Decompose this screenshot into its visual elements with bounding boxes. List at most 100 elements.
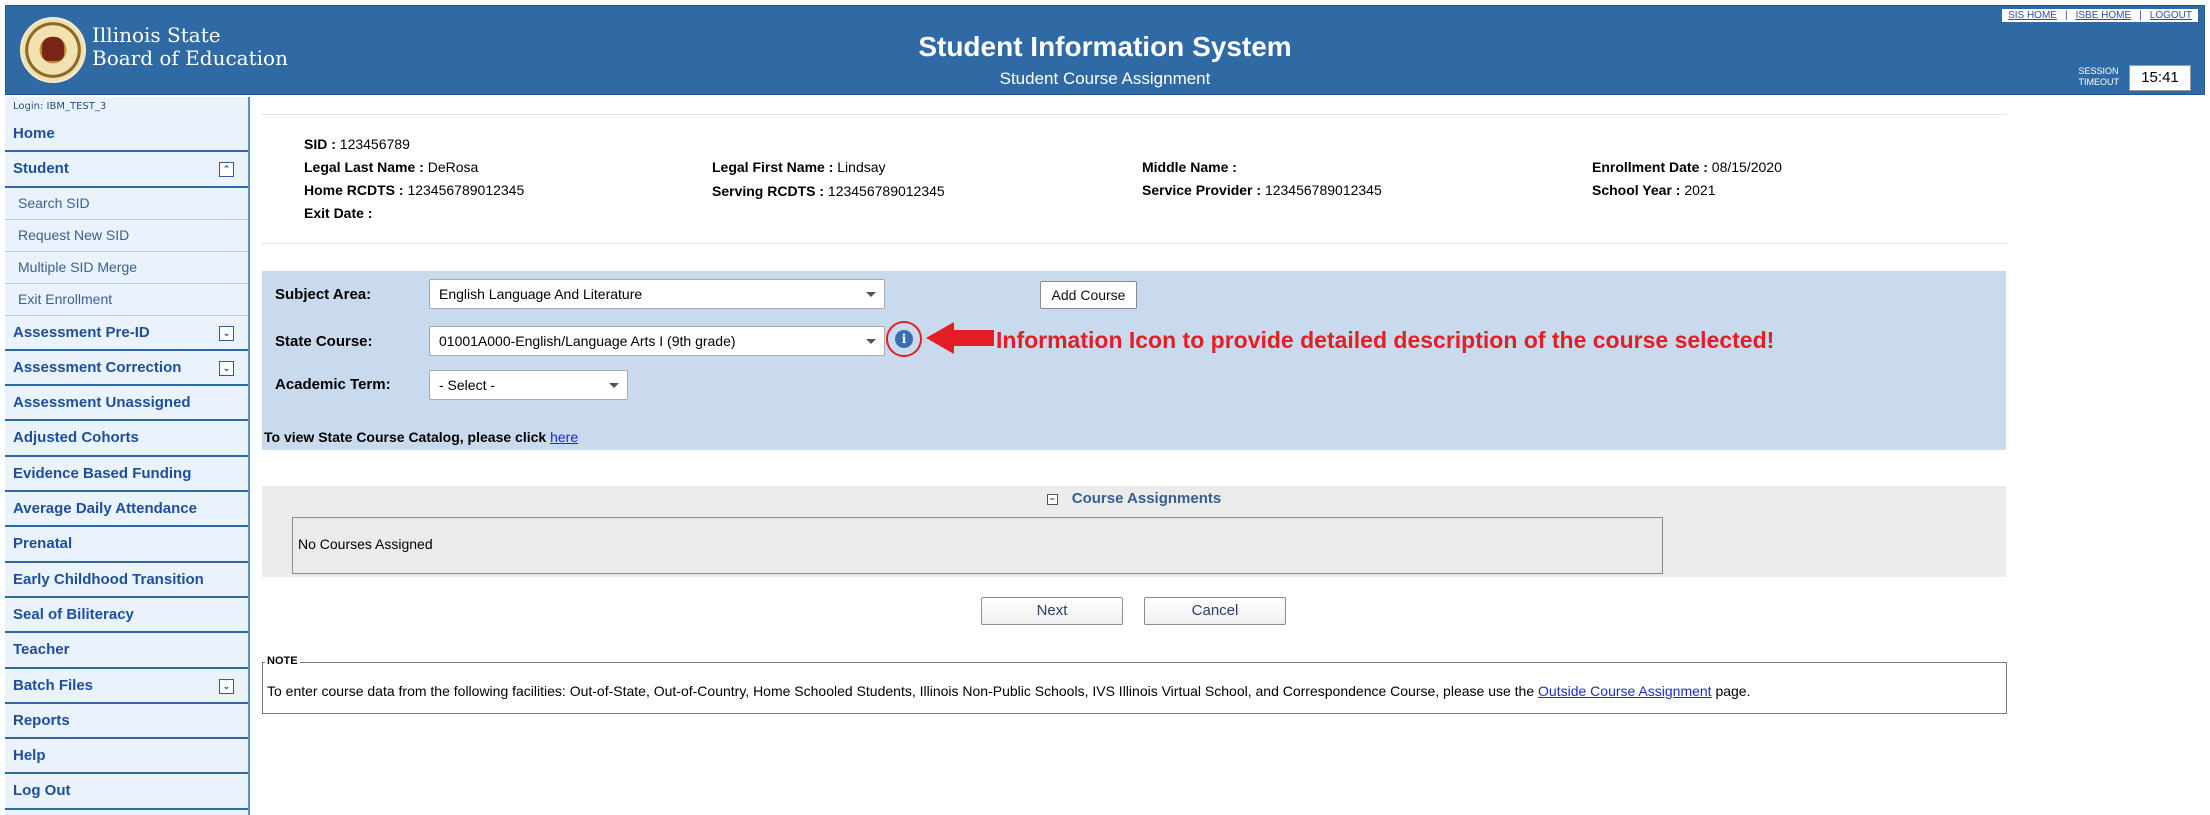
no-courses-text: No Courses Assigned	[298, 536, 433, 552]
annotation-arrow-icon	[926, 322, 994, 354]
academic-term-label: Academic Term:	[275, 376, 391, 393]
subject-area-select[interactable]: English Language And Literature	[429, 279, 885, 309]
sidebar-item-reports[interactable]: Reports	[5, 704, 248, 740]
last-name-value: DeRosa	[427, 159, 479, 175]
sidebar-item-label: Assessment Correction	[13, 358, 182, 376]
sidebar-item-seal-of-biliteracy[interactable]: Seal of Biliteracy	[5, 598, 248, 634]
enrollment-date-value: 08/15/2020	[1711, 159, 1782, 175]
sidebar-item-prenatal[interactable]: Prenatal	[5, 527, 248, 563]
sidebar-item-assessment-correction[interactable]: Assessment Correction ⌄	[5, 351, 248, 387]
school-year-field: School Year : 2021	[1592, 182, 1716, 198]
sid-value: 123456789	[339, 136, 410, 152]
chevron-down-icon	[866, 339, 876, 344]
sidebar-item-request-new-sid[interactable]: Request New SID	[5, 220, 248, 252]
outside-course-assignment-link[interactable]: Outside Course Assignment	[1538, 683, 1712, 699]
annotation-text: Information Icon to provide detailed des…	[996, 327, 1775, 353]
divider	[262, 114, 2007, 115]
legal-last-name-field: Legal Last Name : DeRosa	[304, 159, 479, 175]
sidebar-item-label: Batch Files	[13, 676, 94, 694]
sidebar-item-label: Average Daily Attendance	[13, 500, 197, 518]
sidebar-nav: Login: IBM_TEST_3 Home Student ⌃ Search SID…	[5, 97, 250, 815]
chevron-down-icon	[609, 383, 619, 388]
top-links: SIS HOME | ISBE HOME | LOGOUT	[2002, 9, 2198, 22]
course-catalog-link[interactable]: here	[550, 429, 578, 445]
legal-first-name-field: Legal First Name : Lindsay	[712, 159, 886, 175]
sidebar-item-label: Student	[13, 160, 69, 178]
sidebar-item-evidence-based-funding[interactable]: Evidence Based Funding	[5, 457, 248, 493]
page-subtitle: Student Course Assignment	[999, 69, 1211, 88]
chevron-down-icon[interactable]: ⌄	[219, 678, 234, 694]
note-text: To enter course data from the following …	[267, 683, 1751, 699]
note-legend: NOTE	[265, 655, 300, 667]
sidebar-item-average-daily-attendance[interactable]: Average Daily Attendance	[5, 492, 248, 528]
sidebar-item-label: Prenatal	[13, 535, 73, 553]
info-icon[interactable]: i	[895, 330, 913, 348]
divider	[262, 243, 2007, 244]
app-title: Student Information System	[918, 31, 1292, 62]
home-rcdts-field: Home RCDTS : 123456789012345	[304, 182, 525, 198]
sidebar-item-batch-files[interactable]: Batch Files ⌄	[5, 669, 248, 704]
cancel-button[interactable]: Cancel	[1144, 597, 1286, 625]
state-course-select[interactable]: 01001A000-English/Language Arts I (9th g…	[429, 326, 885, 356]
subject-area-value: English Language And Literature	[439, 286, 643, 302]
next-button[interactable]: Next	[981, 597, 1123, 625]
logout-link[interactable]: LOGOUT	[2150, 10, 2192, 21]
isbe-home-link[interactable]: ISBE HOME	[2076, 10, 2132, 21]
middle-name-field: Middle Name :	[1142, 159, 1237, 175]
course-catalog-note: To view State Course Catalog, please cli…	[264, 429, 579, 445]
chevron-down-icon[interactable]: ⌄	[219, 360, 234, 376]
note-box: NOTE To enter course data from the follo…	[262, 655, 2007, 714]
sis-home-link[interactable]: SIS HOME	[2008, 10, 2057, 21]
sidebar-item-label: Assessment Unassigned	[13, 394, 191, 412]
session-timeout-timer: 15:41	[2129, 65, 2191, 91]
sidebar-item-adjusted-cohorts[interactable]: Adjusted Cohorts	[5, 421, 248, 457]
sidebar-item-label: Home	[13, 125, 55, 142]
add-course-button[interactable]: Add Course	[1040, 281, 1137, 309]
sidebar-item-label: Evidence Based Funding	[13, 464, 192, 482]
course-assignments-header: − Course Assignments	[262, 490, 2006, 507]
nav-list: Home Student ⌃ Search SID Request New SID Mul…	[5, 117, 248, 810]
service-provider-value: 123456789012345	[1264, 182, 1382, 198]
sidebar-item-early-childhood-transition[interactable]: Early Childhood Transition	[5, 563, 248, 598]
chevron-up-icon[interactable]: ⌃	[219, 162, 234, 178]
login-info: Login: IBM_TEST_3	[5, 97, 248, 117]
sidebar-item-label: Teacher	[13, 641, 70, 659]
sidebar-item-label: Exit Enrollment	[18, 290, 113, 307]
enrollment-date-field: Enrollment Date : 08/15/2020	[1592, 159, 1782, 175]
chevron-down-icon	[866, 292, 876, 297]
course-assignments-list: No Courses Assigned	[292, 517, 1663, 574]
state-course-label: State Course:	[275, 333, 373, 350]
sidebar-item-label: Reports	[13, 711, 70, 729]
subject-area-label: Subject Area:	[275, 286, 372, 303]
serving-rcdts-field: Serving RCDTS : 123456789012345	[712, 183, 945, 199]
collapse-icon[interactable]: −	[1046, 493, 1058, 505]
sidebar-item-label: Help	[13, 747, 46, 765]
sidebar-item-label: Search SID	[18, 194, 90, 211]
sidebar-item-label: Multiple SID Merge	[18, 258, 138, 275]
sidebar-item-label: Request New SID	[18, 226, 130, 243]
sidebar-item-multiple-sid-merge[interactable]: Multiple SID Merge	[5, 252, 248, 284]
state-course-value: 01001A000-English/Language Arts I (9th g…	[439, 333, 736, 349]
sidebar-item-assessment-pre-id[interactable]: Assessment Pre-ID ⌄	[5, 316, 248, 351]
course-assignments-title: Course Assignments	[1071, 490, 1222, 507]
academic-term-select[interactable]: - Select -	[429, 370, 628, 400]
sidebar-item-teacher[interactable]: Teacher	[5, 633, 248, 669]
sidebar-item-home[interactable]: Home	[5, 117, 248, 153]
sidebar-item-assessment-unassigned[interactable]: Assessment Unassigned	[5, 386, 248, 422]
academic-term-value: - Select -	[439, 377, 496, 393]
sidebar-item-exit-enrollment[interactable]: Exit Enrollment	[5, 284, 248, 316]
sidebar-item-search-sid[interactable]: Search SID	[5, 188, 248, 220]
sidebar-item-student[interactable]: Student ⌃	[5, 152, 248, 188]
sidebar-item-log-out[interactable]: Log Out	[5, 774, 248, 810]
school-year-value: 2021	[1684, 182, 1716, 198]
serving-rcdts-value: 123456789012345	[827, 183, 945, 199]
sidebar-item-label: Log Out	[13, 782, 71, 800]
course-assignments-panel: − Course Assignments No Courses Assigned	[262, 486, 2006, 577]
chevron-down-icon[interactable]: ⌄	[219, 325, 234, 341]
sidebar-item-label: Assessment Pre-ID	[13, 323, 150, 341]
first-name-value: Lindsay	[837, 159, 886, 175]
sid-field: SID : 123456789	[304, 136, 410, 152]
exit-date-field: Exit Date :	[304, 205, 373, 221]
session-timeout-label: SESSION TIMEOUT	[2078, 66, 2120, 87]
sidebar-item-help[interactable]: Help	[5, 739, 248, 775]
